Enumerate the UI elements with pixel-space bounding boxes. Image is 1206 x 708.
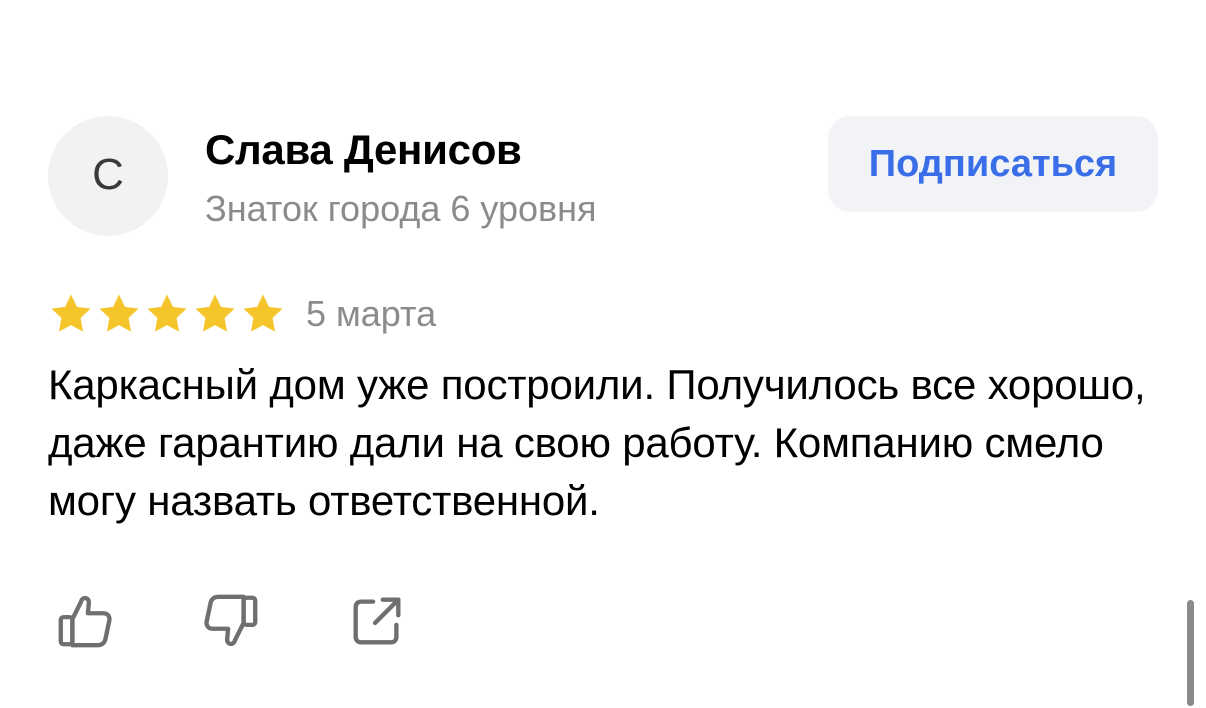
- share-icon: [353, 597, 401, 645]
- star-icon: [243, 294, 283, 332]
- review-rating: 5 марта: [48, 290, 436, 338]
- review-card: С Слава Денисов Знаток города 6 уровня П…: [0, 0, 1206, 708]
- dislike-button[interactable]: [198, 588, 264, 654]
- avatar-letter: С: [92, 150, 124, 199]
- star-icon: [147, 294, 187, 332]
- subscribe-button[interactable]: Подписаться: [828, 116, 1158, 212]
- avatar[interactable]: С: [48, 116, 168, 236]
- star-icon: [195, 294, 235, 332]
- review-actions: [52, 588, 410, 654]
- review-text: Каркасный дом уже построили. Получилось …: [48, 361, 1146, 524]
- author-name[interactable]: Слава Денисов: [205, 126, 522, 174]
- thumbs-up-icon: [58, 595, 112, 648]
- review-date: 5 марта: [306, 293, 437, 334]
- star-icon: [99, 294, 139, 332]
- thumbs-down-icon: [204, 594, 258, 647]
- star-rating: [48, 291, 286, 337]
- like-button[interactable]: [52, 588, 118, 654]
- scrollbar[interactable]: [1187, 600, 1194, 706]
- author-level: Знаток города 6 уровня: [205, 188, 597, 229]
- star-icon: [51, 294, 91, 332]
- share-button[interactable]: [344, 588, 410, 654]
- subscribe-label: Подписаться: [868, 142, 1118, 185]
